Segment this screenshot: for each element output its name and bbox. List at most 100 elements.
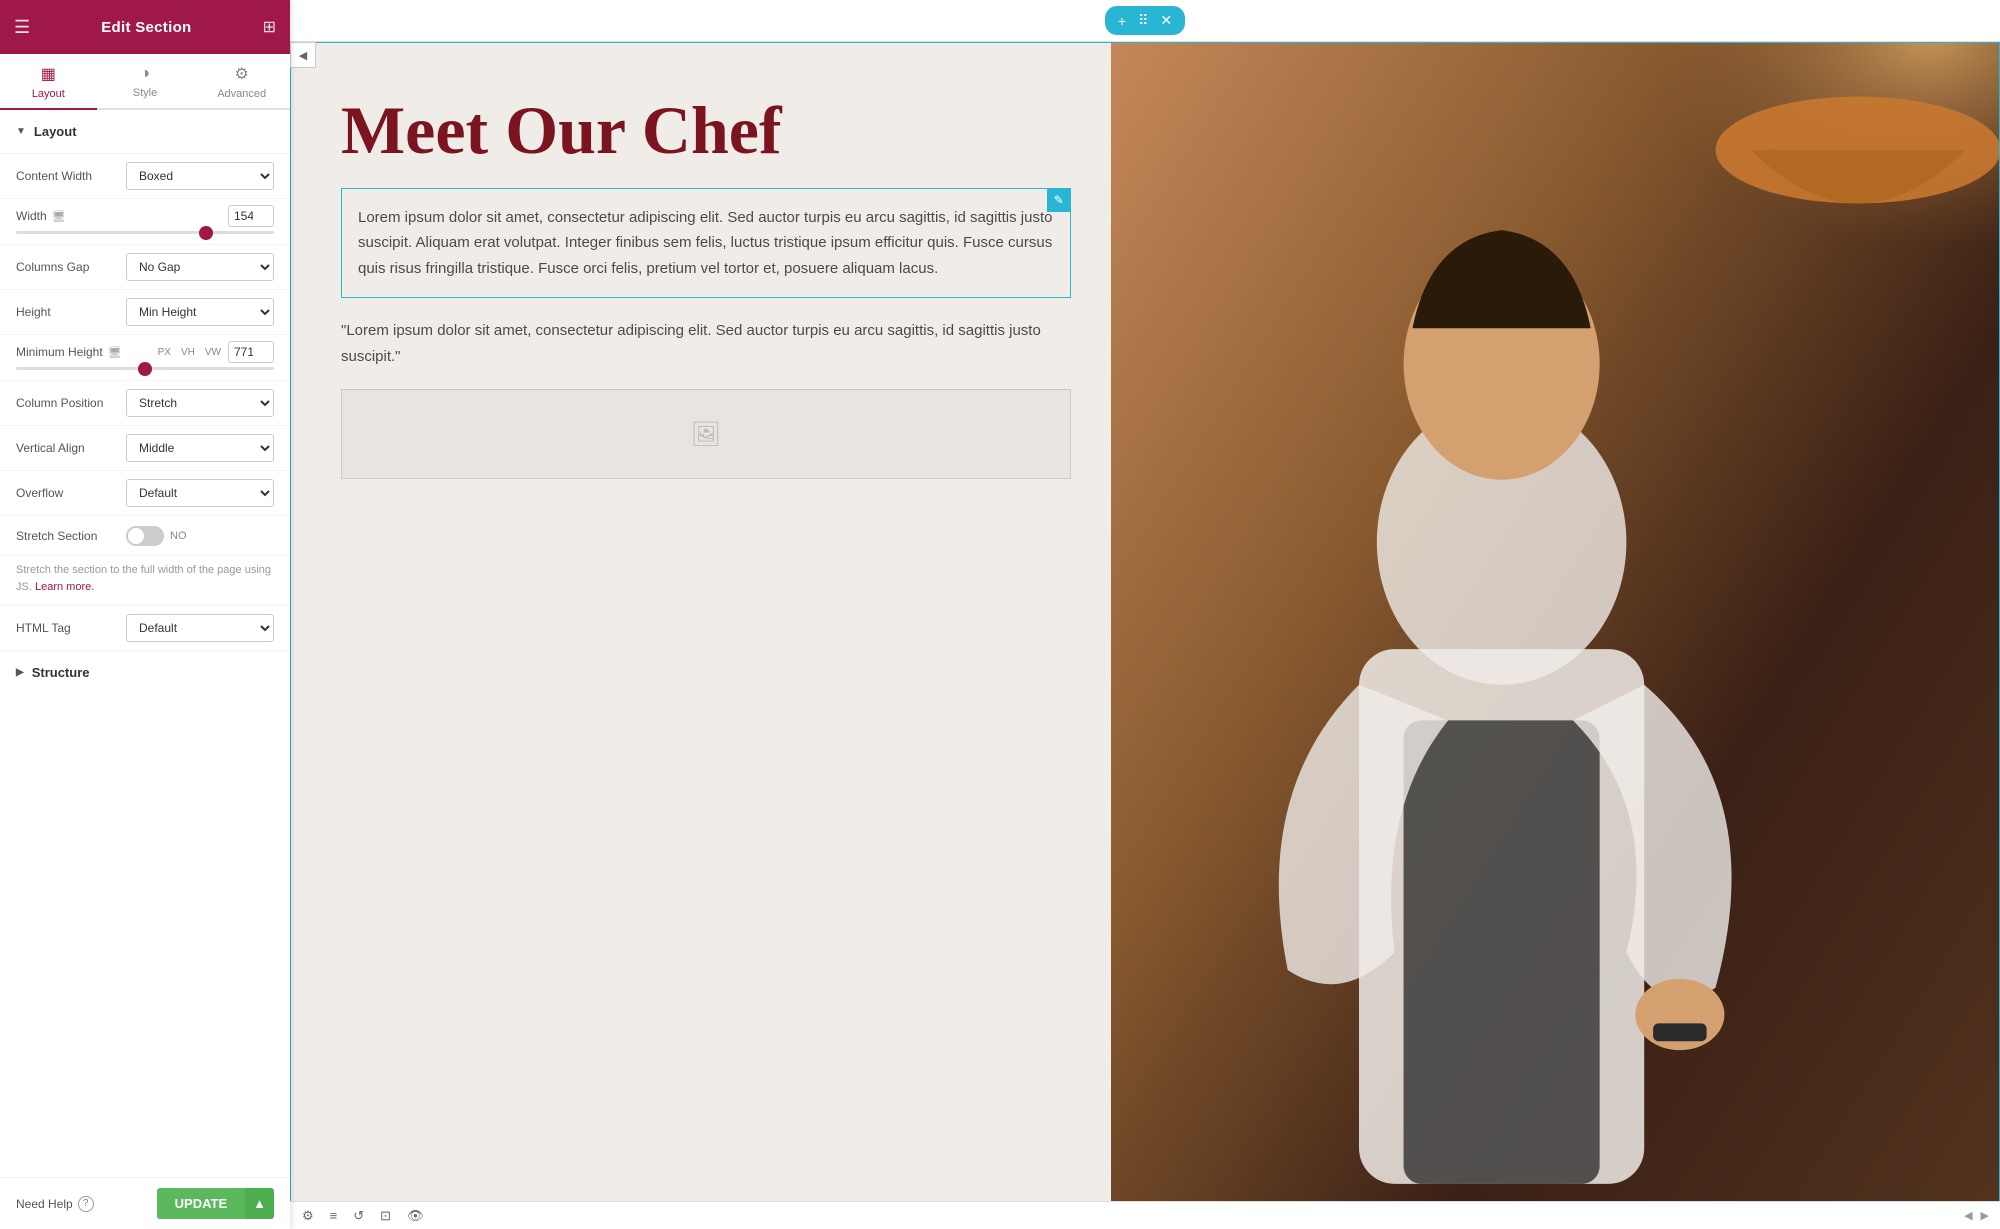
min-height-label: Minimum Height 🖥 xyxy=(16,345,122,359)
vw-unit-btn[interactable]: VW xyxy=(202,346,224,359)
need-help-label: Need Help xyxy=(16,1197,73,1211)
toggle-off-label: NO xyxy=(170,530,187,542)
html-tag-label: HTML Tag xyxy=(16,621,126,635)
overflow-select[interactable]: Default Hidden xyxy=(126,479,274,507)
lorem-text-block[interactable]: ✎ Lorem ipsum dolor sit amet, consectetu… xyxy=(341,188,1071,299)
help-icon: ? xyxy=(78,1196,94,1212)
content-width-label: Content Width xyxy=(16,169,126,183)
width-slider[interactable] xyxy=(16,231,274,234)
overflow-row: Overflow Default Hidden xyxy=(0,471,290,516)
tab-advanced[interactable]: ⚙ Advanced xyxy=(193,54,290,110)
min-height-slider[interactable] xyxy=(16,367,274,370)
content-width-select[interactable]: Boxed Full Width xyxy=(126,162,274,190)
width-number-input[interactable] xyxy=(228,205,274,227)
quote-text: "Lorem ipsum dolor sit amet, consectetur… xyxy=(341,318,1071,369)
layout-tab-icon: ▦ xyxy=(41,64,56,84)
panel-header: ☰ Edit Section ⊞ xyxy=(0,0,290,54)
left-panel: ☰ Edit Section ⊞ ▦ Layout ◑ Style ⚙ Adva… xyxy=(0,0,290,1229)
bottom-layers-button[interactable]: ≡ xyxy=(326,1206,342,1225)
main-content: + ⠿ ✕ ◀ Meet Our Chef ✎ Lorem ipsum dolo… xyxy=(290,0,2000,1229)
arrow-right-button[interactable]: ▶ xyxy=(1978,1207,1992,1224)
width-label: Width 🖥 xyxy=(16,209,66,223)
chef-photo-column xyxy=(1111,43,1999,1201)
need-help-link[interactable]: Need Help ? xyxy=(16,1196,94,1212)
learn-more-link[interactable]: Learn more. xyxy=(35,581,94,593)
min-height-monitor-icon: 🖥 xyxy=(108,346,122,359)
min-height-slider-row: Minimum Height 🖥 PX VH VW xyxy=(0,335,290,381)
vh-unit-btn[interactable]: VH xyxy=(178,346,198,359)
vertical-align-row: Vertical Align Default Top Middle Bottom xyxy=(0,426,290,471)
structure-label: Structure xyxy=(32,665,90,680)
stretch-section-label: Stretch Section xyxy=(16,529,126,543)
panel-footer: Need Help ? UPDATE ▲ xyxy=(0,1177,290,1229)
tab-style-label: Style xyxy=(133,87,157,99)
min-height-number-input[interactable] xyxy=(228,341,274,363)
structure-section-header[interactable]: ▶ Structure xyxy=(0,651,290,694)
canvas-area: ◀ Meet Our Chef ✎ Lorem ipsum dolor sit … xyxy=(290,42,2000,1201)
panel-tabs: ▦ Layout ◑ Style ⚙ Advanced xyxy=(0,54,290,110)
column-position-row: Column Position Stretch Top Middle Botto… xyxy=(0,381,290,426)
tab-advanced-label: Advanced xyxy=(217,88,266,100)
stretch-helper-text: Stretch the section to the full width of… xyxy=(0,556,290,606)
toggle-thumb xyxy=(128,528,144,544)
toolbar-close-button[interactable]: ✕ xyxy=(1155,10,1177,31)
toolbar-actions: + ⠿ ✕ xyxy=(1105,6,1185,35)
tab-layout[interactable]: ▦ Layout xyxy=(0,54,97,110)
layout-section-header[interactable]: ▼ Layout xyxy=(0,110,290,154)
text-column: Meet Our Chef ✎ Lorem ipsum dolor sit am… xyxy=(291,43,1111,1201)
bottom-responsive-button[interactable]: ⊡ xyxy=(376,1206,395,1226)
height-row: Height Default Min Height Fit To Screen xyxy=(0,290,290,335)
structure-chevron-icon: ▶ xyxy=(16,667,24,678)
bottom-settings-button[interactable]: ⚙ xyxy=(298,1206,318,1226)
update-button[interactable]: UPDATE xyxy=(157,1188,245,1219)
chef-title: Meet Our Chef xyxy=(341,93,1071,168)
content-width-control: Boxed Full Width xyxy=(126,162,274,190)
bottom-nav: ⚙ ≡ ↺ ⊡ 👁 ◀ ▶ xyxy=(290,1201,2000,1229)
column-position-label: Column Position xyxy=(16,396,126,410)
section-inner: Meet Our Chef ✎ Lorem ipsum dolor sit am… xyxy=(291,43,1999,1201)
panel-body: ▼ Layout Content Width Boxed Full Width … xyxy=(0,110,290,1229)
width-monitor-icon: 🖥 xyxy=(52,210,66,223)
top-toolbar: + ⠿ ✕ xyxy=(290,0,2000,42)
stretch-toggle[interactable] xyxy=(126,526,164,546)
content-width-row: Content Width Boxed Full Width xyxy=(0,154,290,199)
overflow-label: Overflow xyxy=(16,486,126,500)
html-tag-row: HTML Tag Default header footer main arti… xyxy=(0,606,290,651)
arrow-left-button[interactable]: ◀ xyxy=(1961,1207,1975,1224)
stretch-toggle-wrapper: NO xyxy=(126,526,274,546)
style-tab-icon: ◑ xyxy=(140,65,150,83)
grid-icon[interactable]: ⊞ xyxy=(263,17,276,37)
update-arrow-button[interactable]: ▲ xyxy=(245,1188,274,1219)
edit-pencil-button[interactable]: ✎ xyxy=(1047,188,1071,212)
columns-gap-label: Columns Gap xyxy=(16,260,126,274)
height-label: Height xyxy=(16,305,126,319)
column-position-select[interactable]: Stretch Top Middle Bottom xyxy=(126,389,274,417)
image-placeholder[interactable]: 🖼 xyxy=(341,389,1071,479)
image-placeholder-icon: 🖼 xyxy=(691,420,721,449)
bottom-eye-button[interactable]: 👁 xyxy=(403,1206,428,1226)
tab-layout-label: Layout xyxy=(32,88,65,100)
collapse-indicator[interactable]: ◀ xyxy=(290,42,316,68)
width-slider-row: Width 🖥 xyxy=(0,199,290,245)
height-select[interactable]: Default Min Height Fit To Screen xyxy=(126,298,274,326)
columns-gap-row: Columns Gap No Gap Narrow Default Extend… xyxy=(0,245,290,290)
layout-chevron-icon: ▼ xyxy=(16,126,26,137)
section-container: Meet Our Chef ✎ Lorem ipsum dolor sit am… xyxy=(290,42,2000,1201)
vertical-align-label: Vertical Align xyxy=(16,441,126,455)
hamburger-menu-icon[interactable]: ☰ xyxy=(14,17,30,38)
vertical-align-select[interactable]: Default Top Middle Bottom xyxy=(126,434,274,462)
columns-gap-select[interactable]: No Gap Narrow Default Extended Wide xyxy=(126,253,274,281)
stretch-section-row: Stretch Section NO xyxy=(0,516,290,556)
px-unit-btn[interactable]: PX xyxy=(155,346,174,359)
panel-title: Edit Section xyxy=(101,19,191,36)
tab-style[interactable]: ◑ Style xyxy=(97,54,194,110)
bottom-history-button[interactable]: ↺ xyxy=(349,1206,368,1226)
toolbar-add-button[interactable]: + xyxy=(1113,11,1131,31)
lorem-body-text: Lorem ipsum dolor sit amet, consectetur … xyxy=(358,205,1054,282)
responsive-arrows: ◀ ▶ xyxy=(1961,1207,1992,1224)
toolbar-move-button[interactable]: ⠿ xyxy=(1133,10,1153,31)
html-tag-select[interactable]: Default header footer main article secti… xyxy=(126,614,274,642)
chef-photo xyxy=(1111,43,1999,1201)
update-btn-group: UPDATE ▲ xyxy=(157,1188,274,1219)
layout-section-label: Layout xyxy=(34,124,77,139)
